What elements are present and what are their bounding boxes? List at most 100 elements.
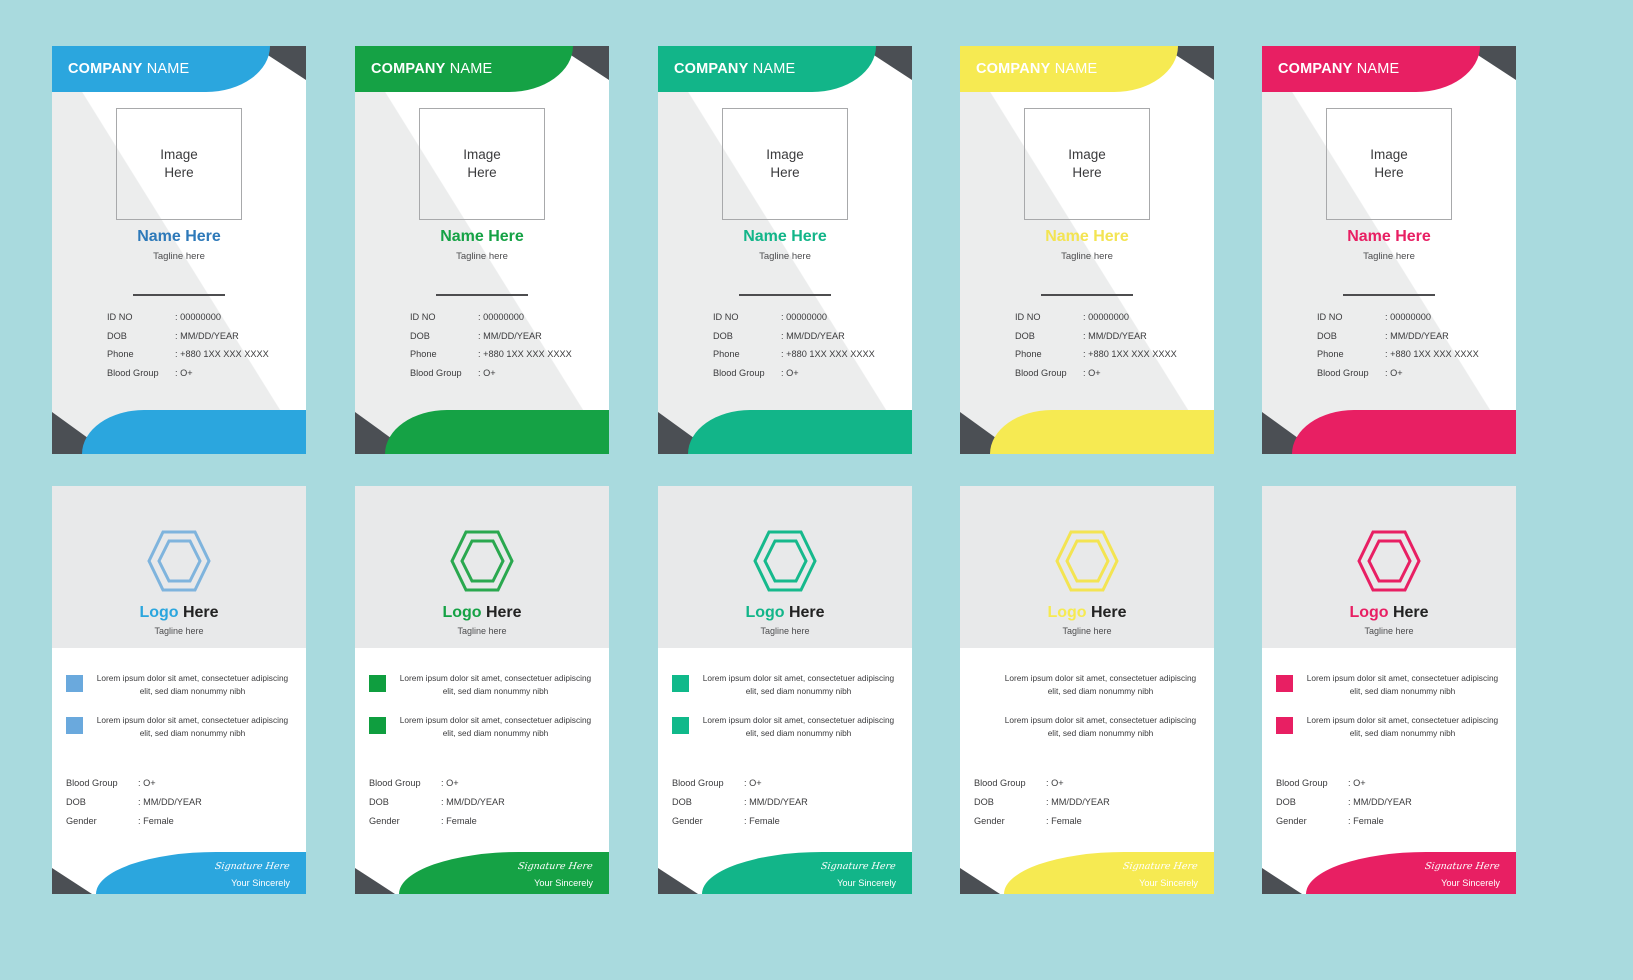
id-card-back-pink[interactable]: Logo Here Tagline here Lorem ipsum dolor s… [1262,486,1516,894]
id-card-back-green[interactable]: Logo Here Tagline here Lorem ipsum dolor s… [355,486,609,894]
photo-placeholder-line1: Image [1370,147,1408,163]
front-field-key: ID NO [1317,312,1343,322]
back-field-row: Blood Group: O+ [672,778,892,788]
card-footer [52,402,306,454]
card-column-back-pink: Logo Here Tagline here Lorem ipsum dolor s… [1262,486,1516,894]
front-field-row: Blood Group: O+ [1317,368,1507,378]
list-item: Lorem ipsum dolor sit amet, consectetuer… [52,714,306,740]
divider-rule [133,294,225,296]
back-field-list: Blood Group: O+ DOB: MM/DD/YEAR Gender: Fe… [369,778,589,835]
card-column-green: COMPANY NAME Image Here Name Here Tagline he… [355,46,609,454]
id-card-front-yellow[interactable]: COMPANY NAME Image Here Name Here Tagline he… [960,46,1214,454]
front-field-key: ID NO [410,312,436,322]
company-name: COMPANY NAME [371,46,492,92]
front-field-row: Phone: +880 1XX XXX XXXX [107,349,297,359]
back-field-row: Gender: Female [1276,816,1496,826]
front-field-key: DOB [107,330,127,341]
card-footer [658,402,912,454]
id-card-back-emerald[interactable]: Logo Here Tagline here Lorem ipsum dolor s… [658,486,912,894]
back-field-key: Blood Group [369,778,421,788]
back-footer-corner-shape [1262,868,1302,894]
id-card-front-emerald[interactable]: COMPANY NAME Image Here Name Here Tagline he… [658,46,912,454]
front-field-list: ID NO: 00000000 DOB: MM/DD/YEAR Phone: +88… [713,312,903,386]
list-item: Lorem ipsum dolor sit amet, consectetuer… [1262,672,1516,698]
front-field-row: DOB: MM/DD/YEAR [1015,331,1205,341]
back-field-value: : O+ [138,778,156,788]
hexagon-logo-icon [1357,528,1421,594]
back-field-key: Gender [1276,816,1307,827]
front-field-key: DOB [410,330,430,341]
front-field-key: Phone [713,349,740,360]
company-name-bold: COMPANY [68,61,143,77]
holder-tagline: Tagline here [1061,251,1113,262]
signature-script: Signature Here [517,861,594,872]
front-field-value: : MM/DD/YEAR [1385,330,1449,341]
id-card-front-green[interactable]: COMPANY NAME Image Here Name Here Tagline he… [355,46,609,454]
back-field-value: : MM/DD/YEAR [1046,797,1110,808]
front-field-row: ID NO: 00000000 [410,312,600,322]
company-name-bold: COMPANY [976,61,1051,77]
list-item-text: Lorem ipsum dolor sit amet, consectetuer… [1004,714,1197,738]
list-item-text: Lorem ipsum dolor sit amet, consectetuer… [399,714,592,738]
front-field-key: Phone [1015,349,1042,360]
logo-tagline: Tagline here [1062,626,1112,636]
feature-list: Lorem ipsum dolor sit amet, consectetuer… [960,672,1214,755]
back-field-row: DOB: MM/DD/YEAR [369,797,589,807]
logo-text: Logo Here [355,604,609,622]
back-field-key: Gender [672,816,703,827]
bullet-square-icon [672,716,689,734]
front-field-row: Blood Group: O+ [713,368,903,378]
photo-placeholder-line1: Image [160,147,198,163]
back-field-row: Blood Group: O+ [974,778,1194,788]
id-card-front-pink[interactable]: COMPANY NAME Image Here Name Here Tagline he… [1262,46,1516,454]
back-field-key: Blood Group [672,778,724,788]
front-field-value: : O+ [1385,367,1403,378]
card-header: COMPANY NAME [355,46,609,98]
card-column-pink: COMPANY NAME Image Here Name Here Tagline he… [1262,46,1516,454]
front-field-list: ID NO: 00000000 DOB: MM/DD/YEAR Phone: +88… [410,312,600,386]
bullet-square-icon [1276,716,1293,734]
id-card-back-blue[interactable]: Logo Here Tagline here Lorem ipsum dolor s… [52,486,306,894]
back-field-value: : MM/DD/YEAR [744,797,808,808]
back-field-value: : O+ [1046,778,1064,788]
signature-script: Signature Here [820,861,897,872]
back-field-key: Gender [974,816,1005,827]
bullet-square-icon [672,675,689,692]
front-field-value: : +880 1XX XXX XXXX [781,349,875,360]
back-field-value: : MM/DD/YEAR [138,797,202,808]
bullet-square-icon [974,716,991,734]
back-footer-corner-shape [355,868,395,894]
company-name: COMPANY NAME [68,46,189,92]
list-item: Lorem ipsum dolor sit amet, consectetuer… [960,714,1214,740]
back-footer: Signature Here Your Sincerely [355,838,609,894]
signature-subtitle: Your Sincerely [1139,878,1198,888]
photo-placeholder[interactable]: Image Here [1326,108,1452,220]
back-footer-corner-shape [960,868,1000,894]
photo-placeholder[interactable]: Image Here [116,108,242,220]
back-field-row: Blood Group: O+ [1276,778,1496,788]
front-field-row: Blood Group: O+ [410,368,600,378]
footer-accent-band [82,410,306,454]
back-field-key: DOB [672,797,692,808]
front-field-value: : 00000000 [1083,312,1129,322]
card-column-blue: COMPANY NAME Image Here Name Here Tagline he… [52,46,306,454]
logo-text-rest: Here [481,604,522,621]
logo-text-accent: Logo [139,604,179,621]
photo-placeholder[interactable]: Image Here [419,108,545,220]
front-field-value: : 00000000 [175,312,221,322]
id-card-back-yellow[interactable]: Logo Here Tagline here Lorem ipsum dolor s… [960,486,1214,894]
front-field-value: : MM/DD/YEAR [1083,330,1147,341]
photo-placeholder[interactable]: Image Here [722,108,848,220]
front-field-value: : MM/DD/YEAR [478,330,542,341]
back-field-key: Gender [369,816,400,827]
photo-placeholder[interactable]: Image Here [1024,108,1150,220]
back-field-row: DOB : MM/DD/YEAR [672,797,892,807]
list-item-text: Lorem ipsum dolor sit amet, consectetuer… [1004,673,1197,696]
back-field-key: Blood Group [66,778,118,788]
holder-name: Name Here [440,228,524,245]
logo-tagline: Tagline here [457,626,507,636]
logo-text-accent: Logo [745,604,785,621]
id-card-front-blue[interactable]: COMPANY NAME Image Here Name Here Tagline he… [52,46,306,454]
front-field-value: : +880 1XX XXX XXXX [1385,349,1479,360]
card-footer [1262,402,1516,454]
